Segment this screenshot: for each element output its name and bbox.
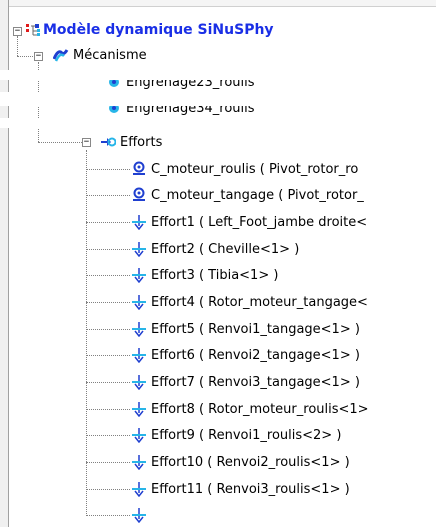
effort-label: Effort5 ( Renvoi1_tangage<1> ) [151,321,360,337]
mecanisme-label: Mécanisme [73,47,147,63]
tree-line [86,169,130,170]
root-label: Modèle dynamique SiNuSPhy [43,22,274,38]
tree-line [86,382,130,383]
mechanism-icon [53,49,69,62]
tree-line [86,302,130,303]
tree-line [86,195,130,196]
model-icon [26,24,40,36]
torque-icon [133,161,145,175]
effort-item[interactable]: Effort8 ( Rotor_moteur_roulis<1> [131,399,369,419]
tree-line [86,489,130,490]
cut-band [0,118,436,128]
tree-line [86,275,130,276]
effort-label: Effort10 ( Renvoi2_roulis<1> ) [151,454,350,470]
effort-item[interactable]: Effort3 ( Tibia<1> ) [131,265,278,285]
tree-node-mecanisme[interactable]: Mécanisme [53,45,147,65]
force-icon [132,322,146,337]
force-icon [132,482,146,497]
force-icon [132,375,146,390]
effort-item[interactable]: Effort5 ( Renvoi1_tangage<1> ) [131,319,360,339]
tree-line [17,36,18,56]
force-icon [132,508,146,523]
collapse-toggle[interactable]: − [34,52,43,61]
effort-item[interactable]: Effort11 ( Renvoi3_roulis<1> ) [131,479,350,499]
tree-line [38,142,82,143]
effort-label: Effort2 ( Cheville<1> ) [151,241,300,257]
force-icon [132,428,146,443]
tree-line [86,409,130,410]
collapse-toggle[interactable]: − [82,138,91,147]
collapse-toggle[interactable]: − [13,27,22,36]
effort-label: Effort8 ( Rotor_moteur_roulis<1> [151,401,369,417]
top-strip [0,0,436,7]
effort-label: C_moteur_tangage ( Pivot_rotor_ [151,187,364,203]
tree-line [86,329,130,330]
force-icon [132,348,146,363]
tree-line [86,435,130,436]
effort-label: Effort4 ( Rotor_moteur_tangage< [151,294,368,310]
tree-node-root[interactable]: Modèle dynamique SiNuSPhy [25,20,274,40]
cut-band [0,96,436,106]
force-icon [132,215,146,230]
tree-line [86,515,130,516]
effort-item[interactable]: C_moteur_tangage ( Pivot_rotor_ [131,185,364,205]
efforts-icon [101,137,116,147]
force-icon [132,295,146,310]
effort-item[interactable]: Effort2 ( Cheville<1> ) [131,239,299,259]
tree-line [86,222,130,223]
effort-label: Effort3 ( Tibia<1> ) [151,267,279,283]
force-icon [132,455,146,470]
force-icon [132,268,146,283]
effort-label: Effort11 ( Renvoi3_roulis<1> ) [151,481,350,497]
effort-label: Effort6 ( Renvoi2_tangage<1> ) [151,347,360,363]
effort-item[interactable]: Effort10 ( Renvoi2_roulis<1> ) [131,452,350,472]
effort-label: Effort9 ( Renvoi1_roulis<2> ) [151,427,342,443]
tree-line [86,462,130,463]
torque-icon [133,187,145,201]
effort-item[interactable]: Effort7 ( Renvoi3_tangage<1> ) [131,372,360,392]
tree-line [86,249,130,250]
effort-item[interactable]: Effort9 ( Renvoi1_roulis<2> ) [131,425,341,445]
effort-item[interactable]: Effort4 ( Rotor_moteur_tangage< [131,292,368,312]
effort-label: Effort1 ( Left_Foot_jambe droite< [151,214,368,230]
effort-item[interactable] [131,505,151,525]
effort-item[interactable]: C_moteur_roulis ( Pivot_rotor_ro [131,159,358,179]
cut-band [0,70,436,80]
force-icon [132,242,146,257]
effort-item[interactable]: Effort1 ( Left_Foot_jambe droite< [131,212,367,232]
effort-item[interactable]: Effort6 ( Renvoi2_tangage<1> ) [131,345,360,365]
tree-line [86,355,130,356]
force-icon [132,402,146,417]
tree-node-efforts[interactable]: Efforts [100,132,162,152]
effort-label: C_moteur_roulis ( Pivot_rotor_ro [151,161,359,177]
efforts-label: Efforts [120,134,163,150]
effort-label: Effort7 ( Renvoi3_tangage<1> ) [151,374,360,390]
